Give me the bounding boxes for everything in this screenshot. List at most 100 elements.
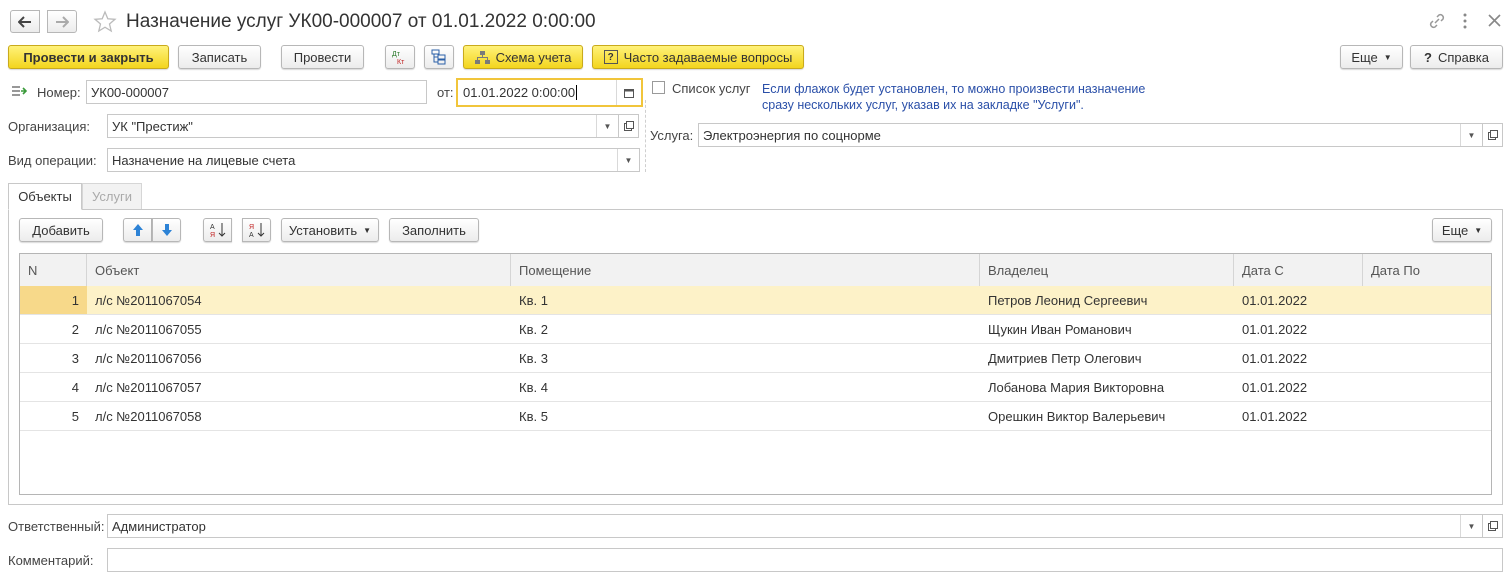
row-room: Кв. 1 (519, 292, 548, 308)
help-button[interactable]: ? Справка (1410, 45, 1503, 69)
help-label: Справка (1437, 49, 1489, 65)
tab-objects[interactable]: Объекты (8, 183, 82, 210)
row-owner: Лобанова Мария Викторовна (988, 379, 1165, 395)
row-number: 4 (71, 379, 79, 395)
responsible-field[interactable]: Администратор ▼ (107, 514, 1483, 538)
calendar-button[interactable] (616, 80, 641, 105)
column-header-n[interactable]: N (20, 254, 87, 286)
org-open-button[interactable] (619, 114, 639, 138)
set-label: Установить (288, 222, 358, 238)
page-title: Назначение услуг УК00-000007 от 01.01.20… (126, 11, 596, 32)
scheme-icon (474, 50, 490, 64)
responsible-dropdown-button[interactable]: ▼ (1460, 515, 1482, 537)
arrow-down-icon (161, 224, 172, 236)
service-label: Услуга: (650, 128, 694, 143)
row-number: 1 (20, 286, 87, 314)
date-value: 01.01.2022 0:00:00 (463, 85, 576, 100)
favorite-star-icon[interactable] (93, 10, 117, 37)
service-open-button[interactable] (1483, 123, 1503, 147)
table-row[interactable]: 2 л/с №2011067055 Кв. 2 Щукин Иван Роман… (20, 315, 1491, 344)
faq-button[interactable]: ? Часто задаваемые вопросы (592, 45, 804, 69)
row-number: 2 (71, 321, 79, 337)
tab-services[interactable]: Услуги (82, 183, 142, 210)
number-field[interactable]: УК00-000007 (86, 80, 427, 104)
table-row[interactable]: 1 л/с №2011067054 Кв. 1 Петров Леонид Се… (20, 286, 1491, 315)
row-owner: Петров Леонид Сергеевич (988, 292, 1148, 308)
more-label: Еще (1351, 49, 1378, 65)
fill-button[interactable]: Заполнить (389, 218, 479, 242)
post-button[interactable]: Провести (281, 45, 364, 69)
set-button[interactable]: Установить ▼ (281, 218, 379, 242)
comment-field[interactable] (107, 548, 1503, 572)
row-object: л/с №2011067057 (95, 379, 202, 395)
more-button[interactable]: Еще ▼ (1340, 45, 1403, 69)
date-label: от: (437, 85, 454, 100)
arrow-up-icon (132, 224, 143, 236)
move-down-button[interactable] (152, 218, 181, 242)
row-date-to (1363, 402, 1491, 430)
chevron-down-icon: ▼ (1474, 225, 1483, 235)
arrow-left-icon (18, 15, 31, 28)
table-row[interactable]: 5 л/с №2011067058 Кв. 5 Орешкин Виктор В… (20, 402, 1491, 431)
org-dropdown-button[interactable]: ▼ (596, 115, 618, 137)
row-object: л/с №2011067055 (95, 321, 202, 337)
column-header-object[interactable]: Объект (87, 254, 511, 286)
accounting-scheme-button[interactable]: Схема учета (463, 45, 583, 69)
org-field[interactable]: УК "Престиж" ▼ (107, 114, 619, 138)
add-button[interactable]: Добавить (19, 218, 103, 242)
table-row[interactable]: 4 л/с №2011067057 Кв. 4 Лобанова Мария В… (20, 373, 1491, 402)
open-icon (1487, 130, 1498, 140)
column-header-owner[interactable]: Владелец (980, 254, 1234, 286)
column-header-room[interactable]: Помещение (511, 254, 980, 286)
move-up-button[interactable] (123, 218, 152, 242)
row-object: л/с №2011067058 (95, 408, 202, 424)
chevron-down-icon: ▼ (363, 225, 372, 235)
responsible-label: Ответственный: (8, 519, 105, 534)
service-field[interactable]: Электроэнергия по соцнорме ▼ (698, 123, 1483, 147)
service-list-label: Список услуг (672, 81, 751, 96)
question-icon: ? (603, 50, 618, 64)
chevron-down-icon: ▼ (624, 155, 633, 165)
op-field[interactable]: Назначение на лицевые счета ▼ (107, 148, 640, 172)
faq-label: Часто задаваемые вопросы (623, 49, 793, 65)
open-icon (623, 121, 634, 131)
row-room: Кв. 2 (519, 321, 548, 337)
chevron-down-icon: ▼ (1467, 130, 1476, 140)
row-date-from: 01.01.2022 (1242, 379, 1308, 395)
responsible-open-button[interactable] (1483, 514, 1503, 538)
row-object: л/с №2011067056 (95, 350, 202, 366)
table-more-button[interactable]: Еще ▼ (1432, 218, 1492, 242)
sort-desc-button[interactable]: ЯА (242, 218, 271, 242)
row-date-from: 01.01.2022 (1242, 408, 1308, 424)
chevron-down-icon: ▼ (1467, 521, 1476, 531)
row-room: Кв. 3 (519, 350, 548, 366)
calendar-icon (624, 88, 634, 98)
link-icon[interactable] (1428, 12, 1446, 33)
date-field[interactable]: 01.01.2022 0:00:00 (456, 78, 643, 107)
column-header-date-to[interactable]: Дата По (1363, 254, 1491, 286)
op-dropdown-button[interactable]: ▼ (617, 149, 639, 171)
structure-button[interactable] (424, 45, 454, 69)
svg-text:А: А (249, 232, 254, 238)
table-row[interactable]: 3 л/с №2011067056 Кв. 3 Дмитриев Петр Ол… (20, 344, 1491, 373)
objects-table[interactable]: N Объект Помещение Владелец Дата С Дата … (19, 253, 1492, 495)
save-button[interactable]: Записать (178, 45, 261, 69)
close-icon[interactable] (1488, 14, 1501, 30)
back-button[interactable] (10, 10, 40, 33)
column-separator (645, 100, 646, 172)
service-dropdown-button[interactable]: ▼ (1460, 124, 1482, 146)
row-room: Кв. 4 (519, 379, 548, 395)
row-number: 5 (71, 408, 79, 424)
chevron-down-icon: ▼ (1383, 52, 1392, 62)
comment-label: Комментарий: (8, 553, 94, 568)
kebab-menu-icon[interactable] (1462, 13, 1468, 32)
post-and-close-button[interactable]: Провести и закрыть (8, 45, 169, 69)
service-list-checkbox[interactable] (652, 81, 665, 94)
forward-button[interactable] (47, 10, 77, 33)
column-header-date-from[interactable]: Дата С (1234, 254, 1363, 286)
number-label: Номер: (37, 85, 81, 100)
dt-kt-button[interactable]: Дт Кт (385, 45, 415, 69)
sort-asc-button[interactable]: АЯ (203, 218, 232, 242)
hierarchy-icon (431, 49, 446, 65)
responsible-value: Администратор (112, 518, 206, 534)
